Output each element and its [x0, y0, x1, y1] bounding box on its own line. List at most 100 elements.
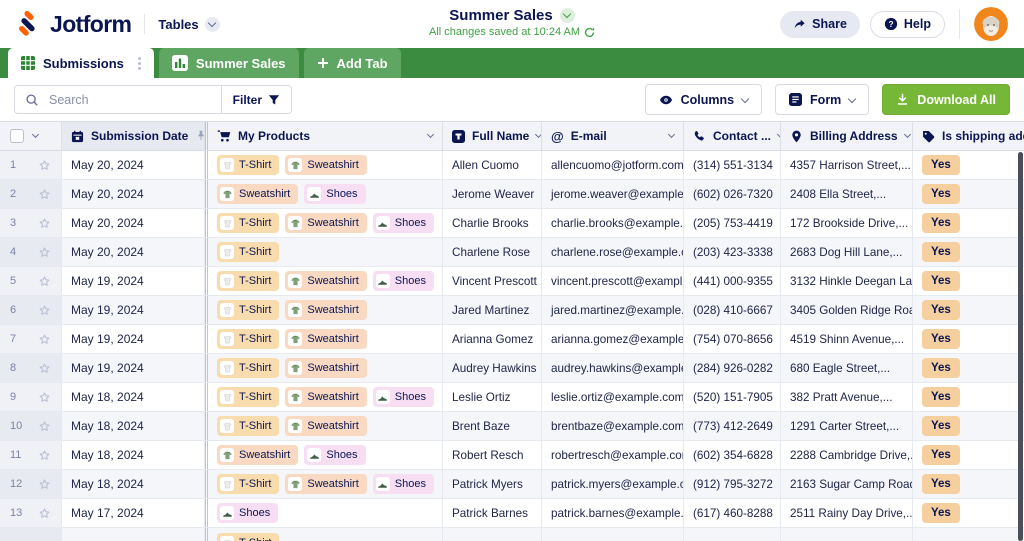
columns-button[interactable]: Columns [645, 84, 762, 115]
cell-billing-address[interactable]: 3405 Golden Ridge Road, [781, 296, 913, 324]
cell-billing-address[interactable]: 382 Pratt Avenue,... [781, 383, 913, 411]
cell-contact[interactable]: (205) 753-4419 [684, 209, 781, 237]
cell-is-shipping-address[interactable]: Yes [913, 383, 1024, 411]
column-header-my-products[interactable]: My Products [205, 122, 443, 150]
cell-contact[interactable]: (617) 460-8288 [684, 499, 781, 527]
product-chip-sweatshirt[interactable]: Sweatshirt [285, 474, 366, 494]
cell-billing-address[interactable]: 3132 Hinkle Deegan La... [781, 267, 913, 295]
cell-billing-address[interactable]: 2683 Dog Hill Lane,... [781, 238, 913, 266]
cell-submission-date[interactable]: May 20, 2024 [62, 238, 205, 266]
cell-submission-date[interactable] [62, 528, 205, 541]
star-icon[interactable] [38, 304, 51, 317]
cell-contact[interactable]: (754) 070-8656 [684, 325, 781, 353]
cell-is-shipping-address[interactable]: Yes [913, 151, 1024, 179]
cell-contact[interactable]: (203) 423-3338 [684, 238, 781, 266]
star-icon[interactable] [38, 333, 51, 346]
chevron-down-icon[interactable] [535, 131, 542, 138]
cell-full-name[interactable]: Audrey Hawkins [443, 354, 542, 382]
title-chevron-down-icon[interactable] [560, 8, 575, 23]
product-chip-sweatshirt[interactable]: Sweatshirt [285, 300, 366, 320]
cell-email[interactable]: brentbaze@example.com [542, 412, 684, 440]
cell-contact[interactable]: (602) 354-6828 [684, 441, 781, 469]
filter-button[interactable]: Filter [221, 86, 291, 113]
cell-my-products[interactable]: SweatshirtShoes [205, 180, 443, 208]
chevron-down-icon[interactable] [668, 131, 675, 138]
cell-my-products[interactable]: T-Shirt Sweatshirt Shoes [205, 470, 443, 498]
row-header[interactable]: 8 [0, 354, 62, 382]
cell-my-products[interactable]: SweatshirtShoes [205, 441, 443, 469]
product-chip-sweatshirt[interactable]: Sweatshirt [285, 329, 366, 349]
cell-email[interactable]: charlene.rose@example.c... [542, 238, 684, 266]
column-header-billing-address[interactable]: Billing Address [781, 122, 913, 150]
row-header[interactable]: 7 [0, 325, 62, 353]
cell-contact[interactable]: (602) 026-7320 [684, 180, 781, 208]
cell-is-shipping-address[interactable]: Yes [913, 209, 1024, 237]
product-chip-sweatshirt[interactable]: Sweatshirt [285, 387, 366, 407]
cell-is-shipping-address[interactable]: Yes [913, 325, 1024, 353]
cell-is-shipping-address[interactable]: Yes [913, 267, 1024, 295]
cell-full-name[interactable]: Arianna Gomez [443, 325, 542, 353]
cell-full-name[interactable]: Patrick Myers [443, 470, 542, 498]
column-header-is-shipping-address[interactable]: Is shipping addres.. [913, 122, 1024, 150]
cell-billing-address[interactable]: 2163 Sugar Camp Road,... [781, 470, 913, 498]
cell-billing-address[interactable]: 172 Brookside Drive,... [781, 209, 913, 237]
row-header[interactable]: 11 [0, 441, 62, 469]
product-chip-sweatshirt[interactable]: Sweatshirt [285, 213, 366, 233]
cell-full-name[interactable]: Jerome Weaver [443, 180, 542, 208]
product-chip-sweatshirt[interactable]: Sweatshirt [285, 416, 366, 436]
product-chip-shoes[interactable]: Shoes [373, 271, 434, 291]
cell-my-products[interactable]: T-Shirt Sweatshirt [205, 412, 443, 440]
cell-billing-address[interactable]: 2288 Cambridge Drive,... [781, 441, 913, 469]
help-button[interactable]: ? Help [870, 11, 945, 38]
cell-full-name[interactable]: Vincent Prescott [443, 267, 542, 295]
product-chip-sweatshirt[interactable]: Sweatshirt [285, 155, 366, 175]
cell-submission-date[interactable]: May 20, 2024 [62, 180, 205, 208]
product-chip-t-shirt[interactable]: T-Shirt [217, 329, 279, 349]
product-chip-shoes[interactable]: Shoes [217, 503, 278, 523]
cell-email[interactable]: arianna.gomez@example.... [542, 325, 684, 353]
cell-contact[interactable] [684, 528, 781, 541]
cell-my-products[interactable]: T-ShirtSweatshirtShoes [205, 267, 443, 295]
chevron-down-icon[interactable] [427, 131, 434, 138]
cell-submission-date[interactable]: May 19, 2024 [62, 354, 205, 382]
row-header[interactable]: 3 [0, 209, 62, 237]
jotform-logo[interactable]: Jotform [14, 11, 131, 38]
product-chip-t-shirt[interactable]: T-Shirt [217, 271, 279, 291]
cell-contact[interactable]: (284) 926-0282 [684, 354, 781, 382]
cell-submission-date[interactable]: May 17, 2024 [62, 499, 205, 527]
cell-billing-address[interactable] [781, 528, 913, 541]
cell-full-name[interactable]: Robert Resch [443, 441, 542, 469]
cell-full-name[interactable]: Allen Cuomo [443, 151, 542, 179]
cell-is-shipping-address[interactable]: Yes [913, 354, 1024, 382]
product-chip-t-shirt[interactable]: T-Shirt [217, 416, 279, 436]
row-header[interactable] [0, 528, 62, 541]
cell-full-name[interactable]: Charlie Brooks [443, 209, 542, 237]
tab-summer-sales[interactable]: Summer Sales [159, 48, 299, 78]
cell-contact[interactable]: (028) 410-6667 [684, 296, 781, 324]
cell-billing-address[interactable]: 2408 Ella Street,... [781, 180, 913, 208]
cell-is-shipping-address[interactable]: Yes [913, 296, 1024, 324]
product-chip-t-shirt[interactable]: T-Shirt [217, 213, 279, 233]
search-box[interactable] [15, 86, 221, 113]
cell-billing-address[interactable]: 2511 Rainy Day Drive,... [781, 499, 913, 527]
cell-my-products[interactable]: T-Shirt [205, 238, 443, 266]
cell-is-shipping-address[interactable]: Yes [913, 180, 1024, 208]
cell-my-products[interactable]: Shoes [205, 499, 443, 527]
cell-submission-date[interactable]: May 19, 2024 [62, 267, 205, 295]
product-chip-shoes[interactable]: Shoes [373, 387, 434, 407]
cell-is-shipping-address[interactable]: Yes [913, 499, 1024, 527]
row-header[interactable]: 10 [0, 412, 62, 440]
product-chip-shoes[interactable]: Shoes [373, 474, 434, 494]
product-chip-sweatshirt[interactable]: Sweatshirt [217, 184, 298, 204]
chevron-down-icon[interactable] [904, 131, 911, 138]
select-all-checkbox[interactable] [10, 129, 24, 143]
star-icon[interactable] [38, 362, 51, 375]
product-chip-t-shirt[interactable]: T-Shirt [217, 474, 279, 494]
star-icon[interactable] [38, 217, 51, 230]
cell-is-shipping-address[interactable]: Yes [913, 238, 1024, 266]
row-header[interactable]: 4 [0, 238, 62, 266]
product-chip-sweatshirt[interactable]: Sweatshirt [217, 445, 298, 465]
cell-full-name[interactable]: Charlene Rose [443, 238, 542, 266]
cell-submission-date[interactable]: May 20, 2024 [62, 151, 205, 179]
cell-contact[interactable]: (520) 151-7905 [684, 383, 781, 411]
